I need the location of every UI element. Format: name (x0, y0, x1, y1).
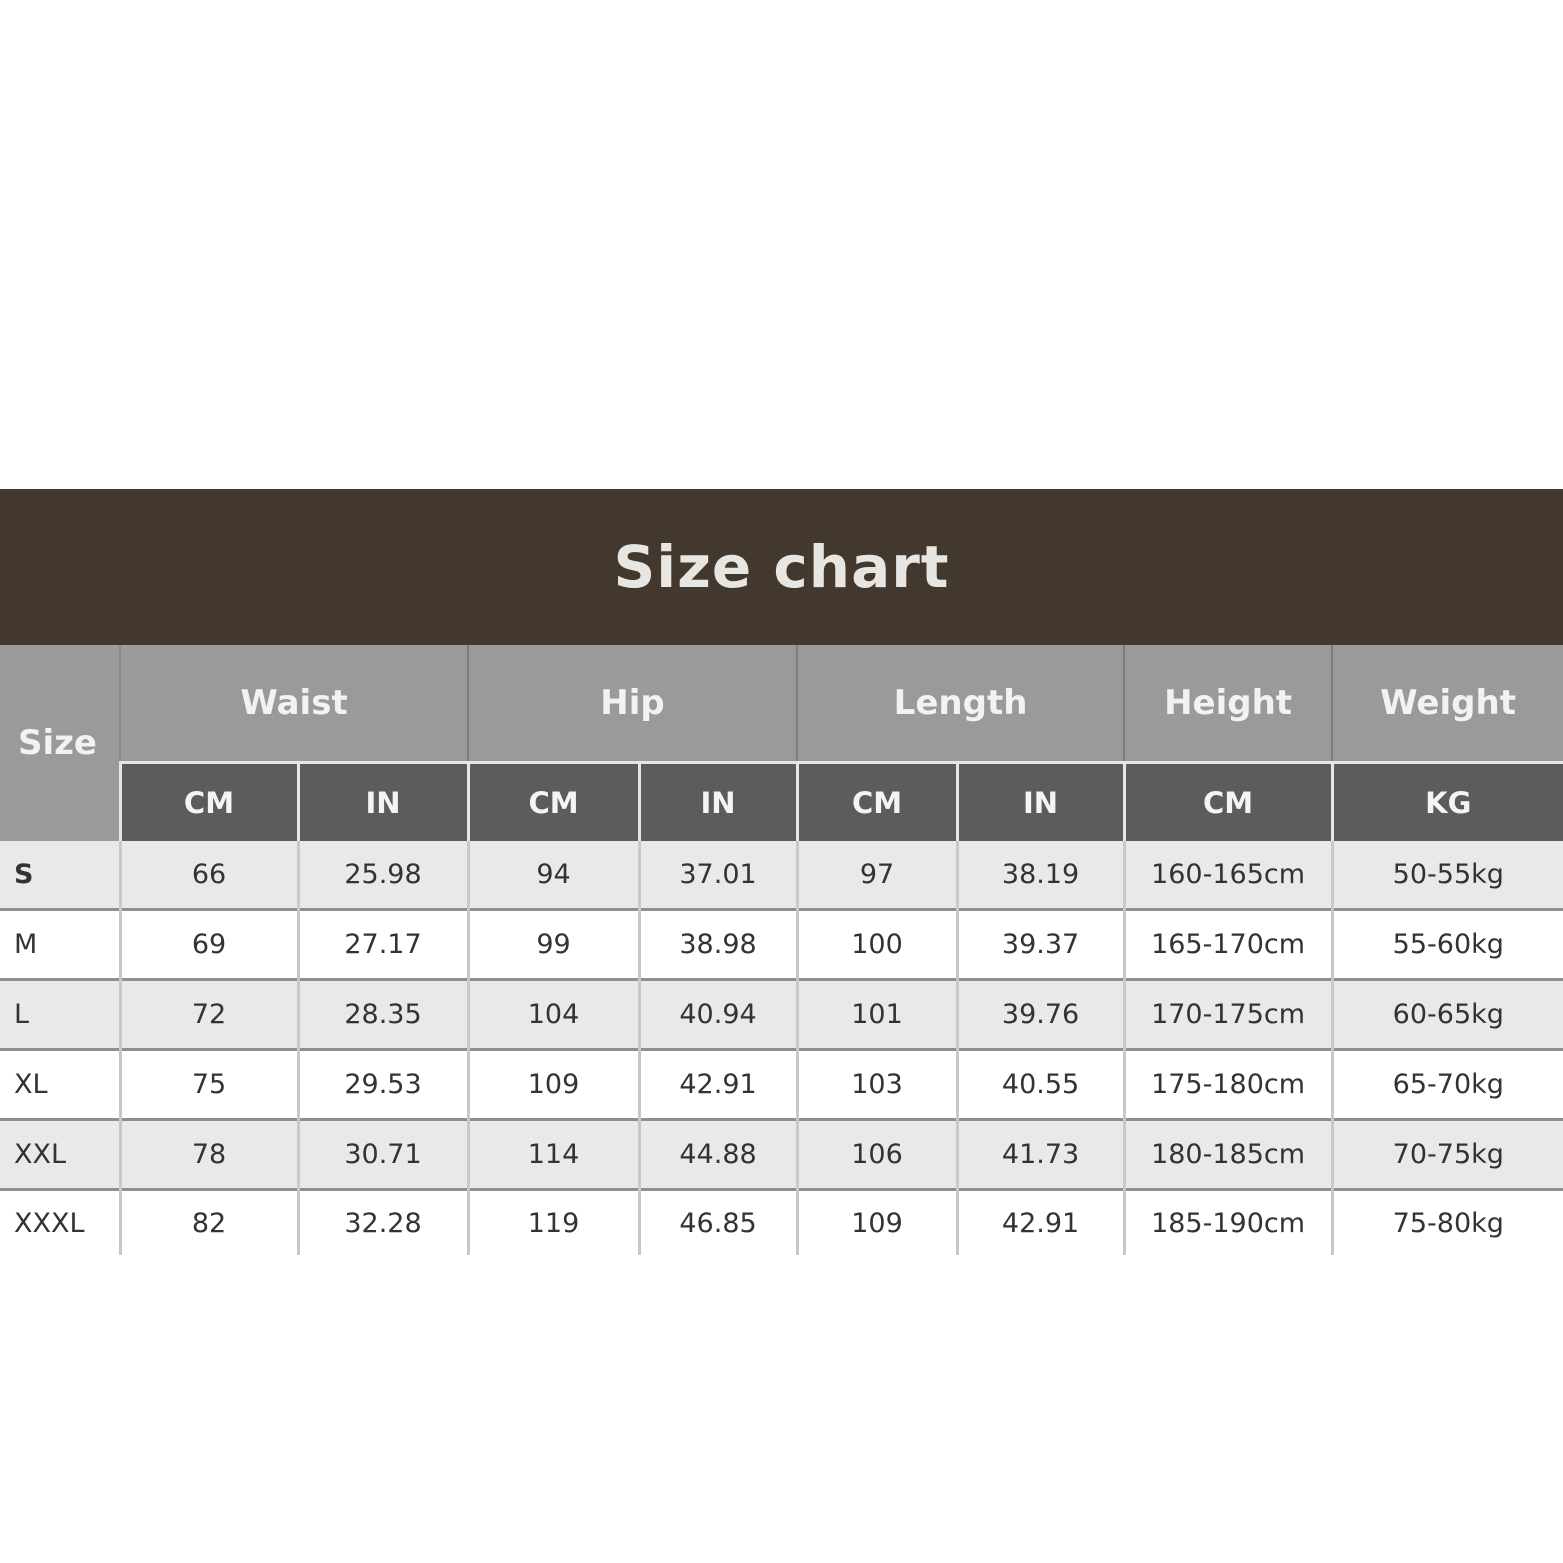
unit-header: IN (955, 761, 1125, 841)
table-cell: 42.91 (637, 1048, 798, 1120)
table-cell: 97 (795, 841, 958, 910)
table-cell: 82 (118, 1188, 298, 1255)
hip-header: Hip (467, 645, 798, 763)
table-row: XXL 78 30.71 114 44.88 106 41.73 180-185… (0, 1118, 1563, 1190)
table-cell: 55-60kg (1330, 908, 1563, 980)
table-cell: 66 (118, 841, 298, 910)
table-cell: 69 (118, 908, 298, 980)
table-cell: 29.53 (296, 1048, 469, 1120)
table-cell: 60-65kg (1330, 978, 1563, 1050)
unit-header-row: CM IN CM IN CM IN CM KG (0, 761, 1563, 841)
table-cell: 101 (795, 978, 958, 1050)
table-cell: 25.98 (296, 841, 469, 910)
table-cell: 44.88 (637, 1118, 798, 1190)
size-label: S (0, 841, 120, 910)
size-label-text: XL (14, 1069, 48, 1100)
table-cell: 165-170cm (1122, 908, 1333, 980)
table-cell: 42.91 (955, 1188, 1125, 1255)
height-header: Height (1123, 645, 1333, 763)
table-cell: 65-70kg (1330, 1048, 1563, 1120)
unit-header: IN (637, 761, 798, 841)
table-cell: 78 (118, 1118, 298, 1190)
table-cell: 41.73 (955, 1118, 1125, 1190)
table-cell: 46.85 (637, 1188, 798, 1255)
table-cell: 37.01 (637, 841, 798, 910)
table-cell: 170-175cm (1122, 978, 1333, 1050)
table-cell: 38.19 (955, 841, 1125, 910)
size-label-text: S (14, 859, 34, 890)
table-cell: 180-185cm (1122, 1118, 1333, 1190)
size-table: Size Waist Hip Length Height Weight CM I… (0, 645, 1563, 1255)
size-label: XXXL (0, 1188, 120, 1255)
table-cell: 94 (466, 841, 640, 910)
table-cell: 72 (118, 978, 298, 1050)
size-column-header: Size (0, 645, 121, 841)
size-label-text: XXL (14, 1139, 67, 1170)
table-cell: 32.28 (296, 1188, 469, 1255)
table-cell: 39.76 (955, 978, 1125, 1050)
table-cell: 185-190cm (1122, 1188, 1333, 1255)
table-cell: 103 (795, 1048, 958, 1120)
table-cell: 40.55 (955, 1048, 1125, 1120)
table-cell: 70-75kg (1330, 1118, 1563, 1190)
table-cell: 109 (795, 1188, 958, 1255)
waist-header: Waist (118, 645, 469, 763)
table-cell: 160-165cm (1122, 841, 1333, 910)
size-label-text: XXXL (14, 1207, 85, 1239)
size-label-text: L (14, 999, 30, 1030)
table-row: L 72 28.35 104 40.94 101 39.76 170-175cm… (0, 978, 1563, 1050)
table-cell: 38.98 (637, 908, 798, 980)
table-row: XXXL 82 32.28 119 46.85 109 42.91 185-19… (0, 1188, 1563, 1255)
unit-header: CM (466, 761, 640, 841)
table-cell: 175-180cm (1122, 1048, 1333, 1120)
table-cell: 109 (466, 1048, 640, 1120)
table-cell: 75 (118, 1048, 298, 1120)
unit-header: CM (118, 761, 298, 841)
table-cell: 114 (466, 1118, 640, 1190)
size-label-text: M (14, 929, 38, 960)
table-cell: 119 (466, 1188, 640, 1255)
unit-header: CM (795, 761, 958, 841)
weight-header: Weight (1331, 645, 1563, 763)
table-row: M 69 27.17 99 38.98 100 39.37 165-170cm … (0, 908, 1563, 980)
length-header: Length (796, 645, 1125, 763)
table-row: S 66 25.98 94 37.01 97 38.19 160-165cm 5… (0, 841, 1563, 910)
unit-header: IN (296, 761, 469, 841)
table-cell: 40.94 (637, 978, 798, 1050)
table-cell: 27.17 (296, 908, 469, 980)
size-label: XXL (0, 1118, 120, 1190)
unit-header: KG (1330, 761, 1563, 841)
table-cell: 104 (466, 978, 640, 1050)
table-cell: 30.71 (296, 1118, 469, 1190)
table-cell: 28.35 (296, 978, 469, 1050)
size-label: XL (0, 1048, 120, 1120)
table-cell: 39.37 (955, 908, 1125, 980)
table-cell: 99 (466, 908, 640, 980)
group-header-row: Size Waist Hip Length Height Weight (0, 645, 1563, 841)
table-cell: 100 (795, 908, 958, 980)
title-bar: Size chart (0, 489, 1563, 645)
table-cell: 75-80kg (1330, 1188, 1563, 1255)
table-cell: 50-55kg (1330, 841, 1563, 910)
unit-header: CM (1122, 761, 1333, 841)
table-row: XL 75 29.53 109 42.91 103 40.55 175-180c… (0, 1048, 1563, 1120)
size-label: L (0, 978, 120, 1050)
page-title: Size chart (613, 533, 950, 601)
table-cell: 106 (795, 1118, 958, 1190)
size-label: M (0, 908, 120, 980)
